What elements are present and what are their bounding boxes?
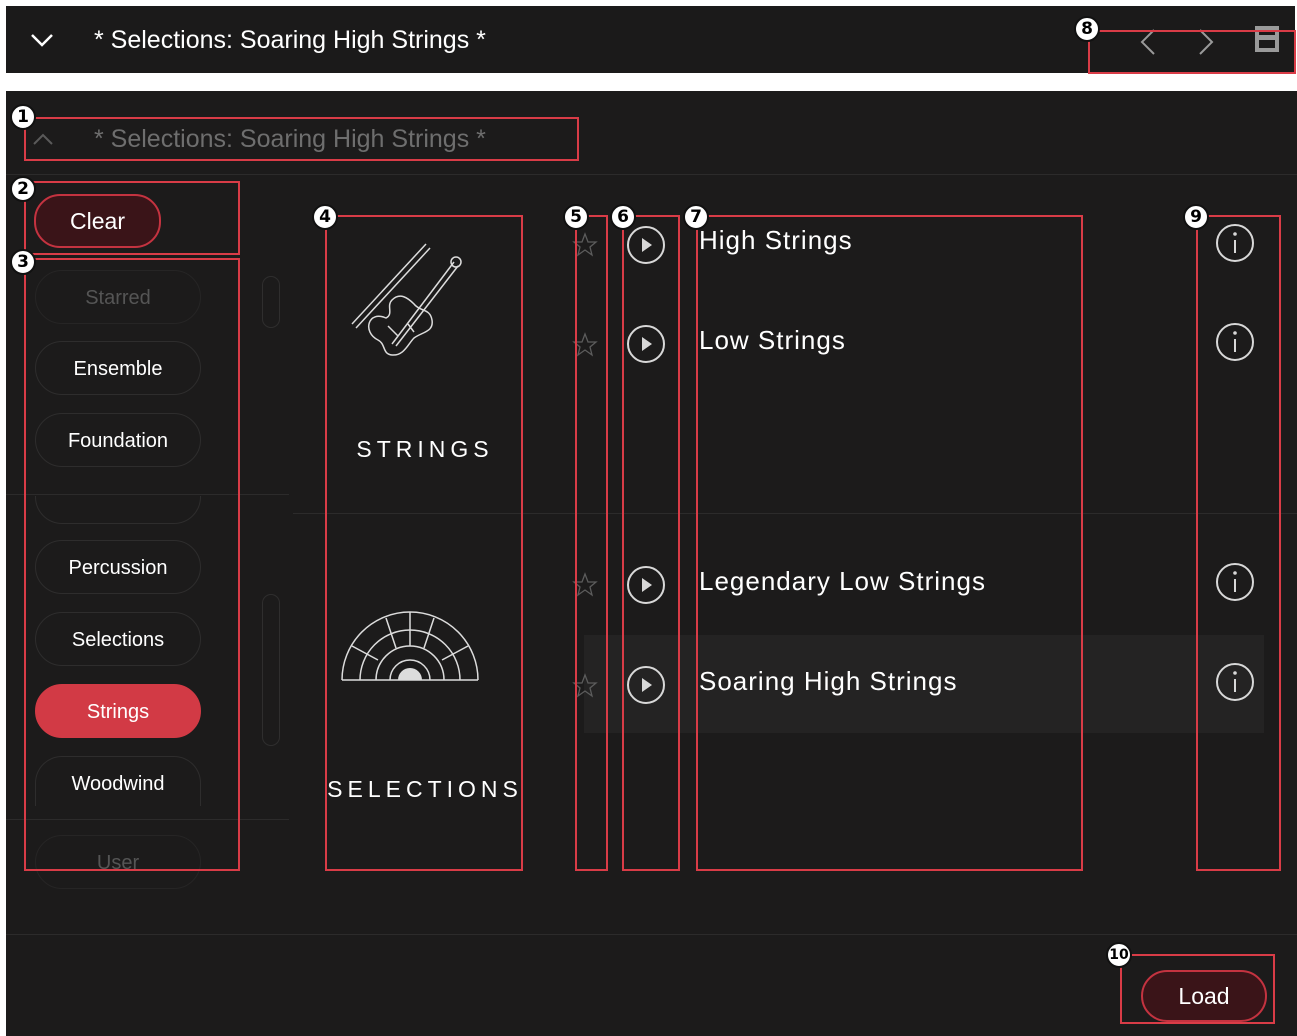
annotation-box-6 (622, 215, 680, 871)
annotation-box-1 (24, 117, 579, 161)
annotation-box-10 (1120, 954, 1275, 1024)
annotation-badge-1: 1 (10, 104, 36, 130)
chevron-down-icon[interactable] (30, 32, 54, 48)
annotation-badge-6: 6 (610, 204, 636, 230)
annotation-badge-10: 10 (1106, 942, 1132, 968)
annotation-box-5 (575, 215, 608, 871)
annotation-box-8 (1088, 30, 1296, 74)
annotation-badge-8: 8 (1074, 16, 1100, 42)
annotation-badge-7: 7 (683, 204, 709, 230)
annotation-box-3 (24, 258, 240, 871)
filter-scrollbar-bottom[interactable] (262, 594, 280, 746)
annotation-box-9 (1196, 215, 1281, 871)
annotation-box-2 (24, 181, 240, 255)
annotation-box-4 (325, 215, 523, 871)
annotation-badge-2: 2 (10, 176, 36, 202)
annotation-badge-4: 4 (312, 204, 338, 230)
annotation-badge-3: 3 (10, 249, 36, 275)
annotation-badge-5: 5 (563, 204, 589, 230)
filter-scrollbar-top[interactable] (262, 276, 280, 328)
annotation-badge-9: 9 (1183, 204, 1209, 230)
annotation-box-7 (696, 215, 1083, 871)
header-title: * Selections: Soaring High Strings * (94, 26, 486, 54)
